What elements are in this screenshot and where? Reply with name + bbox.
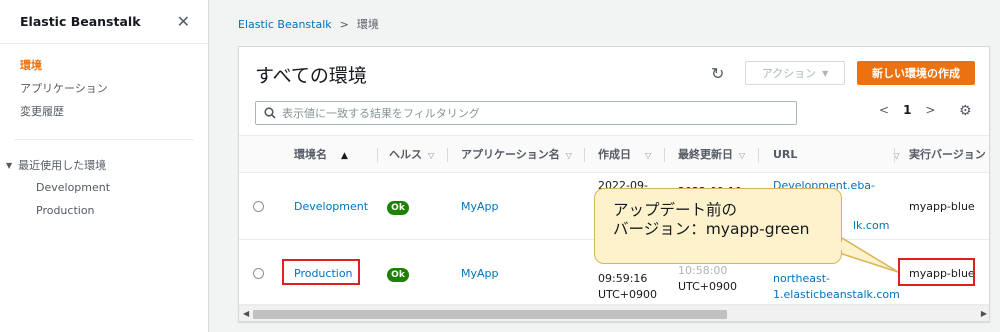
recent-item-production[interactable]: Production: [0, 199, 208, 222]
prev-page-icon[interactable]: <: [879, 103, 889, 117]
pagination: < 1 >: [879, 103, 935, 117]
production-highlight-box: [282, 259, 360, 285]
app-name-link[interactable]: MyApp: [461, 267, 499, 280]
column-header-health[interactable]: ヘルス ▽: [389, 136, 434, 174]
caret-down-icon: ▼: [822, 68, 829, 78]
sidebar-nav: 環境 アプリケーション 変更履歴: [0, 44, 208, 123]
column-header-url[interactable]: URL ▽: [773, 136, 900, 174]
sidebar: Elastic Beanstalk ✕ 環境 アプリケーション 変更履歴 ▼ 最…: [0, 0, 209, 332]
caret-down-icon: ▼: [6, 160, 13, 170]
recent-environments-label: 最近使用した環境: [18, 159, 107, 172]
sidebar-divider: [14, 139, 194, 140]
env-url-link[interactable]: northeast- 1.elasticbeanstalk.com: [773, 271, 900, 303]
version-highlight-box: [898, 258, 975, 286]
env-url-link-tail[interactable]: lk.com: [853, 218, 889, 234]
callout-line-1: アップデート前の: [613, 201, 738, 219]
search-icon: [264, 107, 276, 119]
create-environment-button[interactable]: 新しい環境の作成: [857, 61, 975, 85]
recent-environments-toggle[interactable]: ▼ 最近使用した環境: [0, 154, 208, 176]
search-placeholder: 表示値に一致する結果をフィルタリング: [282, 107, 480, 120]
actions-button[interactable]: アクション ▼: [745, 61, 845, 85]
column-header-created[interactable]: 作成日 ▽: [598, 136, 651, 174]
filter-search-input[interactable]: 表示値に一致する結果をフィルタリング: [255, 101, 797, 125]
table-header: 環境名 ▲ ヘルス ▽ アプリケーション名 ▽ 作成日 ▽ 最終更新日 ▽ URL ▽ 実行…: [239, 135, 989, 174]
scroll-right-icon[interactable]: ▶: [981, 309, 987, 318]
chevron-right-icon: >: [339, 17, 349, 31]
column-header-app-name[interactable]: アプリケーション名 ▽: [461, 136, 572, 174]
breadcrumb-root-link[interactable]: Elastic Beanstalk: [238, 18, 332, 31]
app-name-link[interactable]: MyApp: [461, 200, 499, 213]
sidebar-item-change-history[interactable]: 変更履歴: [0, 100, 208, 123]
sidebar-title: Elastic Beanstalk: [20, 14, 141, 29]
running-version: myapp-blue: [909, 200, 975, 213]
callout-line-2: バージョン：myapp-green: [613, 220, 810, 238]
horizontal-scrollbar[interactable]: ◀ ▶: [239, 305, 989, 321]
column-header-env-name[interactable]: 環境名 ▲: [294, 136, 348, 174]
page-title: すべての環境: [255, 65, 367, 87]
sidebar-header: Elastic Beanstalk ✕: [0, 0, 208, 44]
version-callout: アップデート前の バージョン：myapp-green: [594, 188, 842, 264]
updated-time: 10:58:00 UTC+0900: [678, 264, 738, 293]
row-select-radio[interactable]: [253, 201, 264, 212]
gear-icon[interactable]: ⚙: [959, 103, 972, 119]
column-header-version[interactable]: 実行バージョン: [909, 136, 986, 174]
health-status-badge: Ok: [387, 201, 409, 215]
env-name-link[interactable]: Development: [294, 200, 368, 213]
scroll-thumb[interactable]: [253, 310, 727, 319]
sidebar-item-applications[interactable]: アプリケーション: [0, 77, 208, 100]
recent-item-development[interactable]: Development: [0, 176, 208, 199]
close-icon[interactable]: ✕: [177, 12, 190, 31]
breadcrumb: Elastic Beanstalk > 環境: [238, 16, 379, 32]
created-time: 09:59:16 UTC+0900: [598, 272, 658, 301]
sidebar-item-environments[interactable]: 環境: [0, 54, 208, 77]
actions-button-label: アクション: [761, 67, 817, 80]
row-select-radio[interactable]: [253, 268, 264, 279]
health-status-badge: Ok: [387, 268, 409, 282]
scroll-left-icon[interactable]: ◀: [243, 309, 249, 318]
refresh-icon[interactable]: ↻: [711, 64, 724, 83]
current-page[interactable]: 1: [903, 103, 911, 117]
column-header-updated[interactable]: 最終更新日 ▽: [678, 136, 745, 174]
breadcrumb-current: 環境: [356, 18, 379, 31]
next-page-icon[interactable]: >: [925, 103, 935, 117]
